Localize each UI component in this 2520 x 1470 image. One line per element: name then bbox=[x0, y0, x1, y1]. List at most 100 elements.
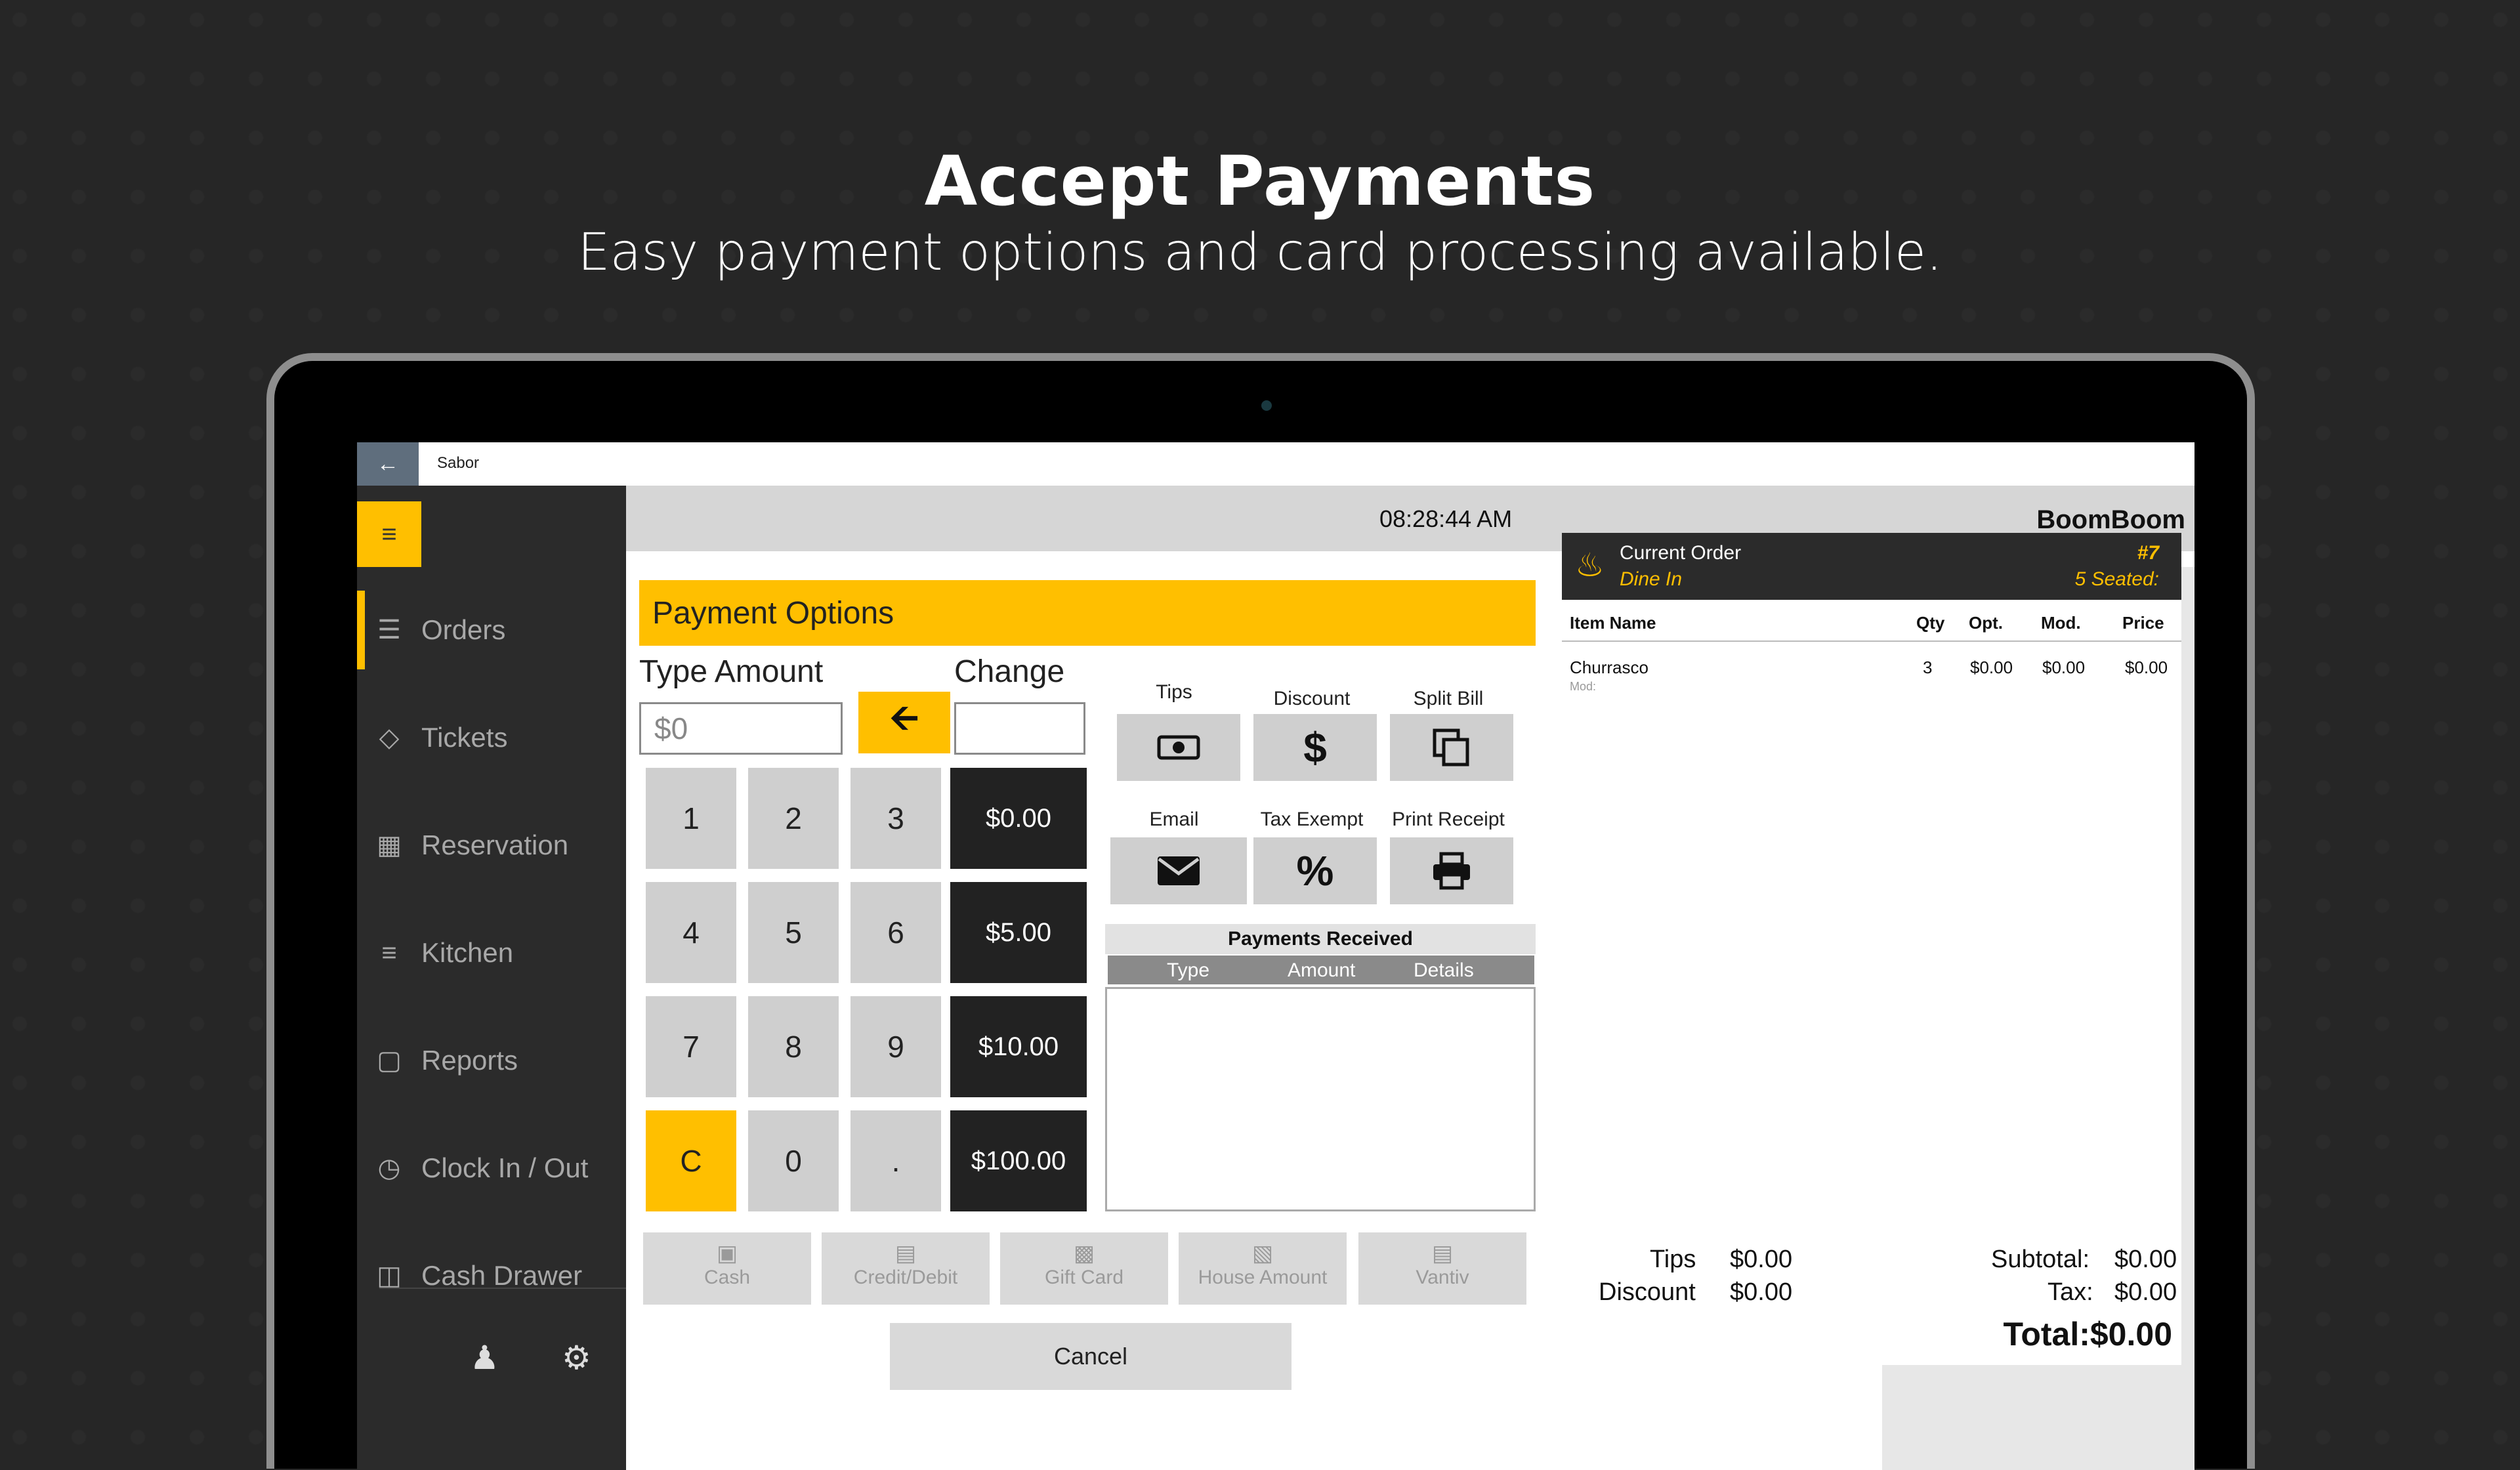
tax-exempt-label: Tax Exempt bbox=[1260, 808, 1364, 830]
sidebar-item-kitchen[interactable]: ≡ Kitchen bbox=[357, 914, 626, 992]
tips-button[interactable] bbox=[1117, 714, 1240, 781]
method-label: Cash bbox=[704, 1267, 751, 1288]
discount-button[interactable]: $ bbox=[1253, 714, 1377, 781]
email-button[interactable] bbox=[1110, 837, 1247, 904]
order-type: Dine In bbox=[1620, 568, 1683, 590]
split-bill-button[interactable] bbox=[1390, 714, 1513, 781]
payments-received-title: Payments Received bbox=[1105, 924, 1536, 954]
sidebar-divider bbox=[379, 1288, 626, 1289]
column-mod: Mod. bbox=[2041, 613, 2081, 633]
type-amount-label: Type Amount bbox=[639, 654, 824, 689]
order-title: Current Order bbox=[1620, 542, 1742, 564]
print-receipt-label: Print Receipt bbox=[1392, 808, 1505, 830]
sidebar-item-clock[interactable]: ◷ Clock In / Out bbox=[357, 1129, 626, 1208]
sidebar-item-reservation[interactable]: ▦ Reservation bbox=[357, 806, 626, 885]
sidebar-item-label: Reports bbox=[421, 1045, 518, 1076]
printer-icon bbox=[1433, 852, 1470, 890]
percent-icon: % bbox=[1296, 847, 1334, 894]
sidebar-item-reports[interactable]: ▢ Reports bbox=[357, 1021, 626, 1100]
column-type: Type bbox=[1167, 959, 1210, 981]
subtotal-label: Subtotal: bbox=[1991, 1246, 2090, 1273]
sidebar-item-label: Tickets bbox=[421, 722, 508, 753]
vantiv-method-button[interactable]: ▤ Vantiv bbox=[1358, 1232, 1526, 1305]
backspace-button[interactable]: 🡨 bbox=[858, 692, 950, 753]
hamburger-icon: ≡ bbox=[381, 519, 397, 549]
dollar-icon: $ bbox=[1303, 724, 1327, 771]
sidebar-item-orders[interactable]: ☰ Orders bbox=[357, 591, 626, 669]
camera-icon bbox=[1261, 400, 1272, 411]
grand-total: Total:$0.00 bbox=[2003, 1316, 2173, 1353]
item-mod-label: Mod: bbox=[1570, 680, 1597, 693]
key-7[interactable]: 7 bbox=[646, 996, 736, 1097]
order-header: ♨ Current Order Dine In #7 5 Seated: bbox=[1562, 533, 2181, 600]
column-qty: Qty bbox=[1916, 613, 1945, 633]
key-clear[interactable]: C bbox=[646, 1110, 736, 1211]
back-button[interactable]: ← bbox=[357, 442, 419, 486]
user-switch-icon[interactable]: ♟ bbox=[470, 1339, 499, 1377]
hero-subtitle: Easy payment options and card processing… bbox=[578, 223, 1942, 282]
method-label: Vantiv bbox=[1416, 1267, 1469, 1288]
item-mod: $0.00 bbox=[2042, 658, 2086, 677]
discount-label: Discount bbox=[1273, 688, 1351, 709]
item-qty: 3 bbox=[1923, 658, 1933, 677]
key-decimal[interactable]: . bbox=[850, 1110, 941, 1211]
email-label: Email bbox=[1149, 808, 1199, 830]
key-9[interactable]: 9 bbox=[850, 996, 941, 1097]
current-order-card: ♨ Current Order Dine In #7 5 Seated: Ite… bbox=[1562, 533, 2181, 1310]
cancel-button[interactable]: Cancel bbox=[890, 1323, 1292, 1390]
store-name: BoomBoom bbox=[2036, 505, 2185, 534]
payments-received-list bbox=[1105, 987, 1536, 1211]
hero-title: Accept Payments bbox=[924, 141, 1596, 221]
order-totals: Tips $0.00 Discount $0.00 Subtotal: $0.0… bbox=[1562, 1230, 2181, 1365]
key-1[interactable]: 1 bbox=[646, 768, 736, 869]
quick-amount-5[interactable]: $5.00 bbox=[950, 882, 1087, 983]
method-label: House Amount bbox=[1198, 1267, 1328, 1288]
house-amount-method-button[interactable]: ▧ House Amount bbox=[1179, 1232, 1347, 1305]
app-screen: ← Sabor ≡ ☰ Orders ◇ Tickets ▦ Reservati… bbox=[357, 442, 2194, 1470]
item-opt: $0.00 bbox=[1970, 658, 2013, 677]
item-name: Churrasco bbox=[1570, 658, 1648, 677]
cash-method-button[interactable]: ▣ Cash bbox=[643, 1232, 811, 1305]
order-number: #7 bbox=[2137, 542, 2159, 564]
quick-amount-0[interactable]: $0.00 bbox=[950, 768, 1087, 869]
sidebar-item-tickets[interactable]: ◇ Tickets bbox=[357, 698, 626, 777]
gear-icon[interactable]: ⚙ bbox=[562, 1339, 591, 1377]
quick-amount-100[interactable]: $100.00 bbox=[950, 1110, 1087, 1211]
column-opt: Opt. bbox=[1969, 613, 2003, 633]
key-6[interactable]: 6 bbox=[850, 882, 941, 983]
menu-button[interactable]: ≡ bbox=[357, 501, 421, 567]
key-2[interactable]: 2 bbox=[748, 768, 839, 869]
copy-icon bbox=[1433, 728, 1469, 766]
sidebar-item-label: Kitchen bbox=[421, 937, 514, 968]
tips-total-label: Tips bbox=[1650, 1246, 1696, 1273]
calendar-icon: ▦ bbox=[377, 831, 402, 860]
credit-card-icon: ▤ bbox=[1431, 1241, 1454, 1266]
tips-label: Tips bbox=[1156, 681, 1192, 703]
sidebar-item-label: Clock In / Out bbox=[421, 1152, 589, 1183]
app-name: Sabor bbox=[437, 454, 480, 472]
key-3[interactable]: 3 bbox=[850, 768, 941, 869]
sidebar-item-label: Cash Drawer bbox=[421, 1260, 583, 1291]
key-5[interactable]: 5 bbox=[748, 882, 839, 983]
sidebar: ≡ ☰ Orders ◇ Tickets ▦ Reservation ≡ Kit… bbox=[357, 486, 626, 1470]
credit-debit-method-button[interactable]: ▤ Credit/Debit bbox=[822, 1232, 990, 1305]
tax-exempt-button[interactable]: % bbox=[1253, 837, 1377, 904]
change-field bbox=[954, 702, 1085, 755]
split-bill-label: Split Bill bbox=[1413, 688, 1484, 709]
clock-display: 08:28:44 AM bbox=[1379, 505, 1513, 532]
key-8[interactable]: 8 bbox=[748, 996, 839, 1097]
amount-input[interactable]: $0 bbox=[639, 702, 843, 755]
key-0[interactable]: 0 bbox=[748, 1110, 839, 1211]
subtotal-value: $0.00 bbox=[2114, 1246, 2177, 1273]
discount-total-label: Discount bbox=[1599, 1278, 1696, 1306]
quick-amount-10[interactable]: $10.00 bbox=[950, 996, 1087, 1097]
change-label: Change bbox=[954, 654, 1065, 689]
tips-total-value: $0.00 bbox=[1730, 1246, 1793, 1273]
arrow-left-icon: ← bbox=[377, 451, 399, 476]
column-price: Price bbox=[2122, 613, 2164, 633]
key-4[interactable]: 4 bbox=[646, 882, 736, 983]
print-receipt-button[interactable] bbox=[1390, 837, 1513, 904]
gift-card-method-button[interactable]: ▩ Gift Card bbox=[1000, 1232, 1168, 1305]
sidebar-item-cash-drawer[interactable]: ◫ Cash Drawer bbox=[357, 1236, 626, 1315]
credit-card-icon: ▤ bbox=[894, 1241, 917, 1266]
